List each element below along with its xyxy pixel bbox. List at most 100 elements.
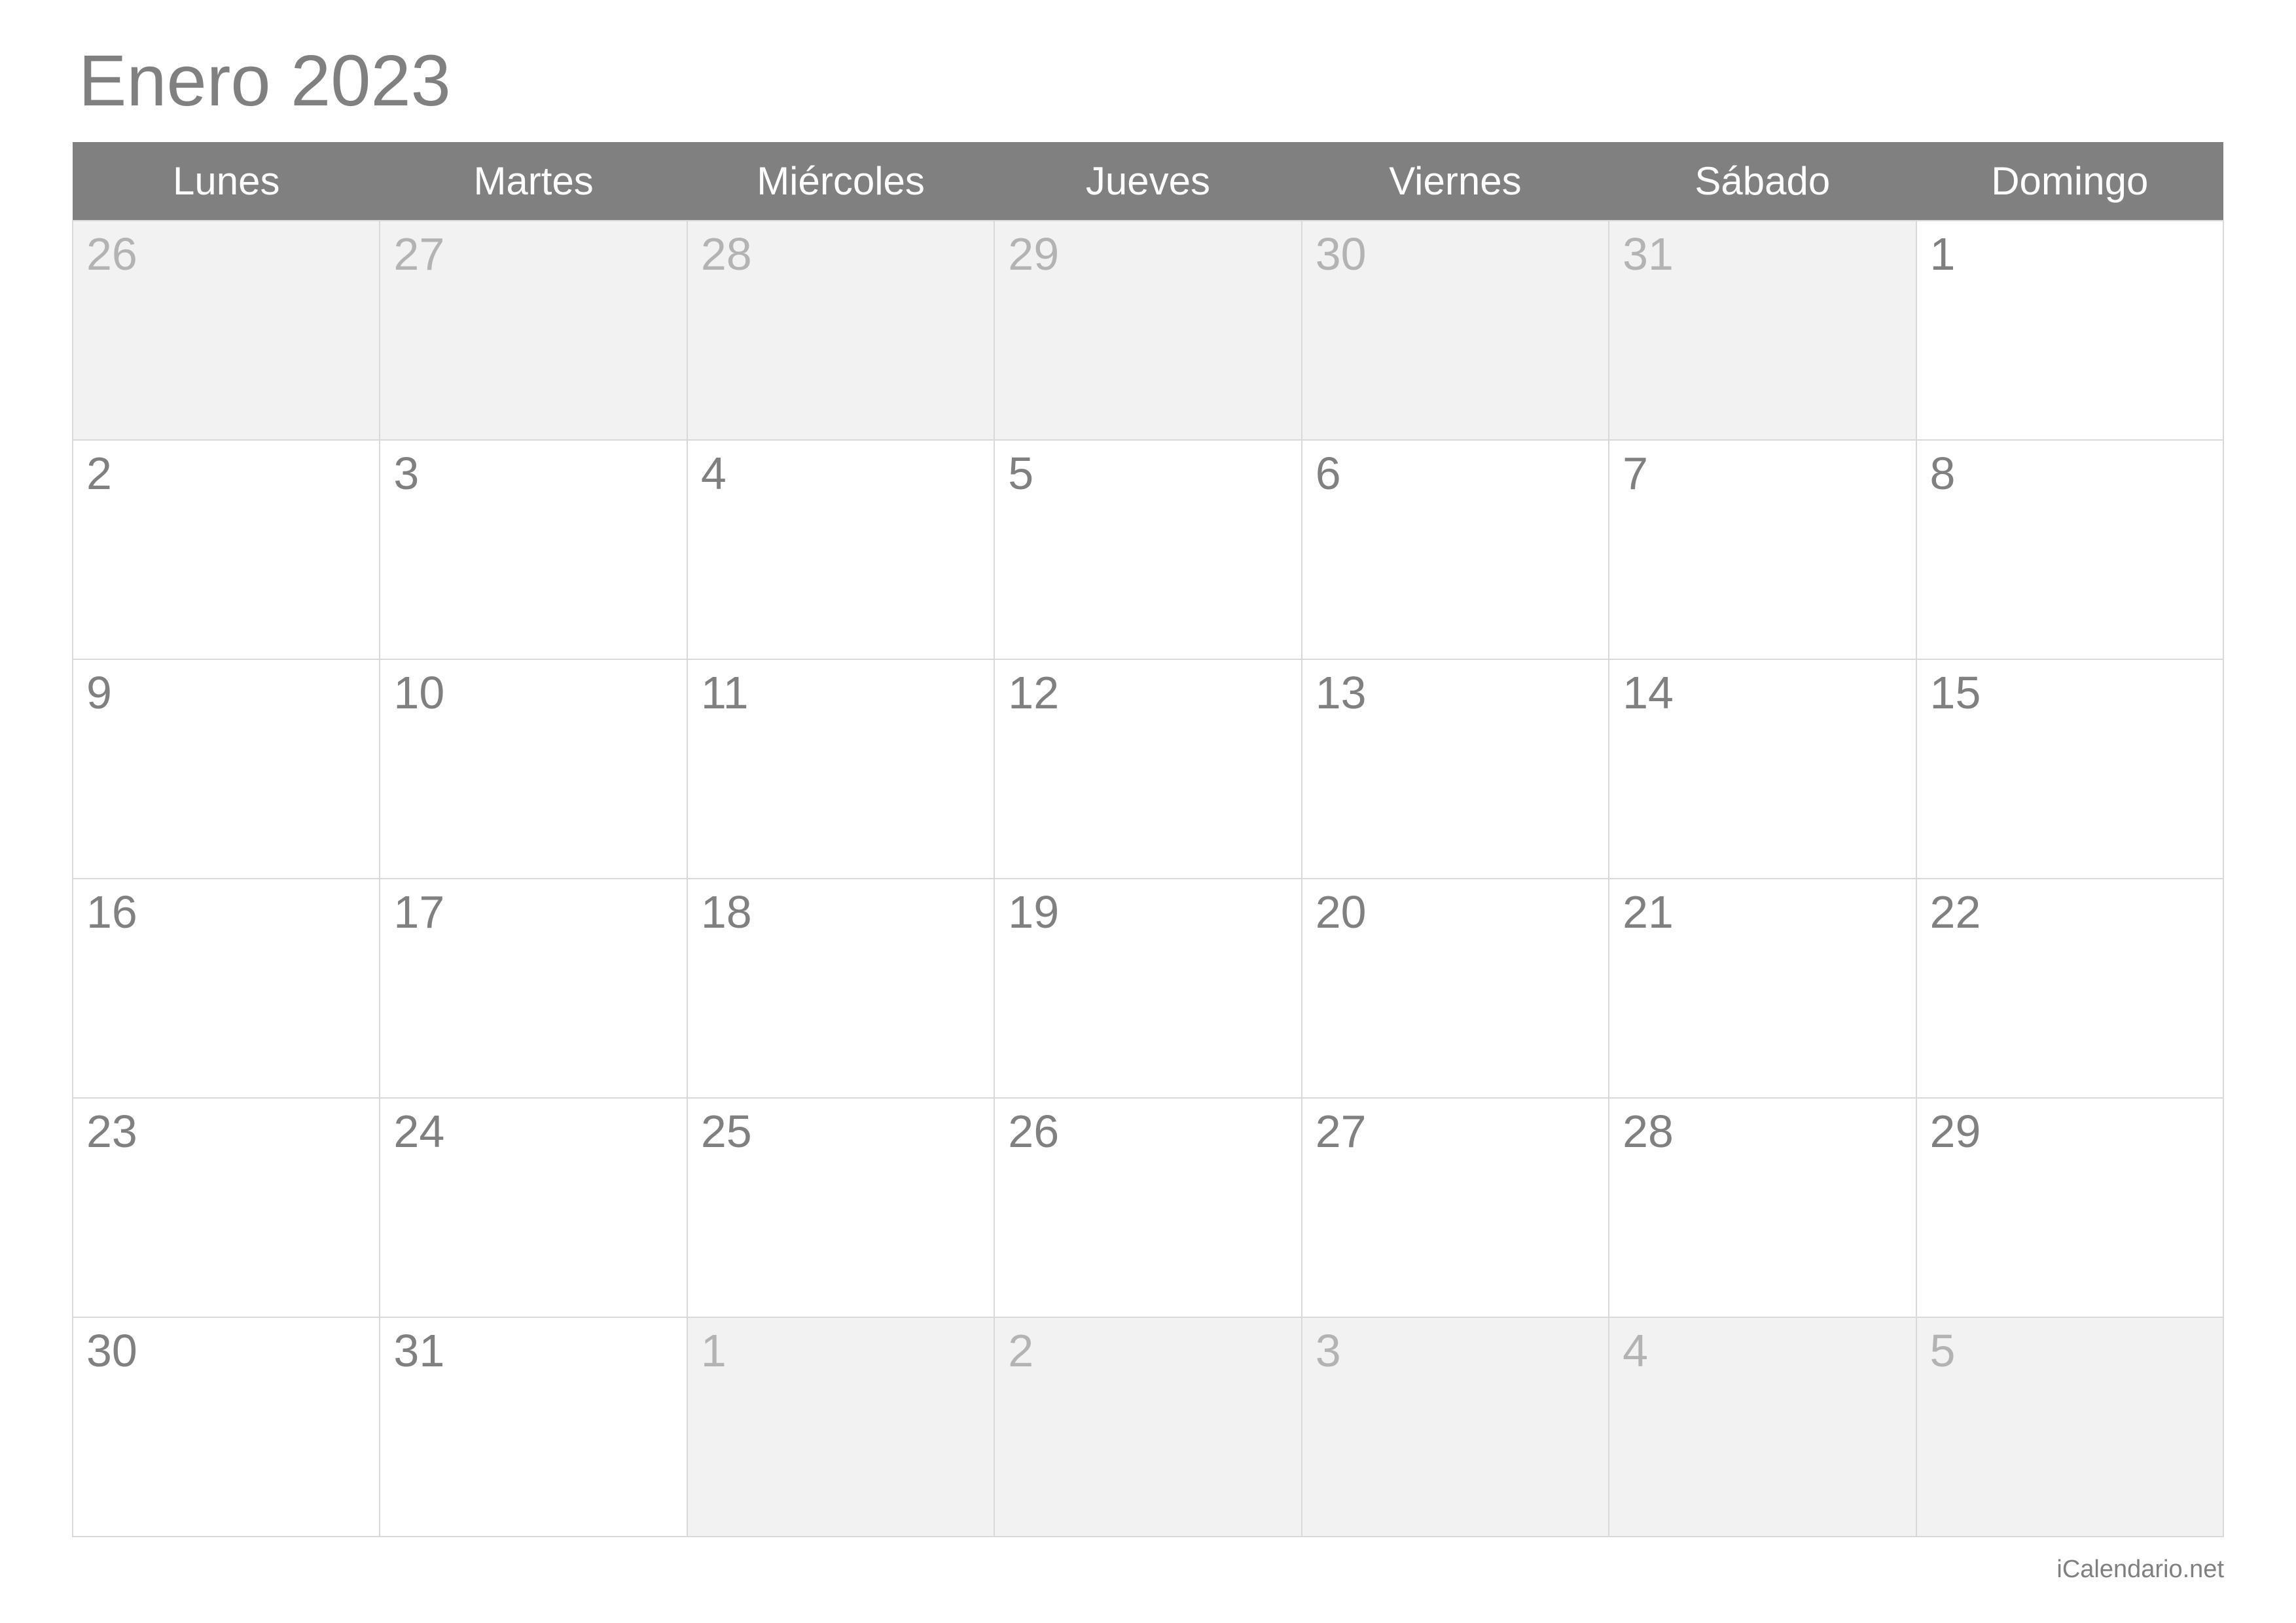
calendar-day-cell: 4 [687,440,994,659]
weekday-header: Lunes [73,142,380,221]
weekday-header: Domingo [1916,142,2223,221]
weekday-header: Miércoles [687,142,994,221]
calendar-day-cell: 2 [994,1317,1301,1537]
day-number: 29 [1930,1106,1981,1157]
calendar-day-cell: 23 [73,1098,380,1317]
calendar-day-cell: 1 [1916,221,2223,440]
calendar-day-cell: 11 [687,659,994,879]
calendar-day-cell: 4 [1609,1317,1916,1537]
day-number: 29 [1008,228,1059,280]
calendar-day-cell: 29 [994,221,1301,440]
calendar-day-cell: 15 [1916,659,2223,879]
calendar-day-cell: 6 [1302,440,1609,659]
calendar-week: 26 27 28 29 30 31 1 [73,221,2223,440]
calendar-day-cell: 5 [1916,1317,2223,1537]
calendar-day-cell: 22 [1916,879,2223,1098]
day-number: 28 [1623,1106,1674,1157]
calendar-day-cell: 9 [73,659,380,879]
calendar-header: Lunes Martes Miércoles Jueves Viernes Sá… [73,142,2223,221]
calendar-week: 30 31 1 2 3 4 5 [73,1317,2223,1537]
calendar-day-cell: 5 [994,440,1301,659]
day-number: 5 [1008,448,1033,499]
calendar-day-cell: 28 [1609,1098,1916,1317]
calendar-day-cell: 17 [380,879,687,1098]
day-number: 20 [1316,886,1367,938]
day-number: 18 [701,886,752,938]
calendar-day-cell: 31 [380,1317,687,1537]
calendar-body: 2627282930311234567891011121314151617181… [73,221,2223,1537]
calendar-day-cell: 30 [1302,221,1609,440]
calendar-week: 9 10 11 12 13 14 15 [73,659,2223,879]
calendar-day-cell: 24 [380,1098,687,1317]
weekday-header: Sábado [1609,142,1916,221]
day-number: 14 [1623,667,1674,718]
calendar-day-cell: 27 [1302,1098,1609,1317]
day-number: 4 [701,448,726,499]
calendar-day-cell: 13 [1302,659,1609,879]
day-number: 16 [86,886,137,938]
calendar-week: 2 3 4 5 6 7 8 [73,440,2223,659]
day-number: 8 [1930,448,1956,499]
calendar-day-cell: 16 [73,879,380,1098]
day-number: 2 [1008,1325,1033,1376]
weekday-header: Jueves [994,142,1301,221]
day-number: 1 [701,1325,726,1376]
calendar-day-cell: 12 [994,659,1301,879]
calendar-day-cell: 8 [1916,440,2223,659]
calendar-day-cell: 27 [380,221,687,440]
day-number: 30 [1316,228,1367,280]
day-number: 28 [701,228,752,280]
calendar-table: Lunes Martes Miércoles Jueves Viernes Sá… [72,142,2224,1537]
calendar-day-cell: 19 [994,879,1301,1098]
calendar-day-cell: 2 [73,440,380,659]
calendar-day-cell: 1 [687,1317,994,1537]
calendar-day-cell: 26 [994,1098,1301,1317]
day-number: 27 [393,228,444,280]
day-number: 25 [701,1106,752,1157]
day-number: 6 [1316,448,1341,499]
day-number: 26 [86,228,137,280]
day-number: 4 [1623,1325,1648,1376]
day-number: 30 [86,1325,137,1376]
page-title: Enero 2023 [72,39,2224,122]
day-number: 21 [1623,886,1674,938]
day-number: 31 [393,1325,444,1376]
calendar-day-cell: 20 [1302,879,1609,1098]
weekday-header: Viernes [1302,142,1609,221]
calendar-day-cell: 28 [687,221,994,440]
day-number: 19 [1008,886,1059,938]
calendar-day-cell: 10 [380,659,687,879]
day-number: 5 [1930,1325,1956,1376]
calendar-day-cell: 26 [73,221,380,440]
calendar-day-cell: 31 [1609,221,1916,440]
day-number: 24 [393,1106,444,1157]
day-number: 9 [86,667,112,718]
day-number: 3 [393,448,419,499]
day-number: 15 [1930,667,1981,718]
day-number: 1 [1930,228,1956,280]
day-number: 12 [1008,667,1059,718]
calendar-container: Enero 2023 Lunes Martes Miércoles Jueves… [0,0,2296,1563]
calendar-day-cell: 21 [1609,879,1916,1098]
day-number: 7 [1623,448,1648,499]
day-number: 3 [1316,1325,1341,1376]
calendar-day-cell: 3 [380,440,687,659]
day-number: 22 [1930,886,1981,938]
calendar-week: 16 17 18 19 20 21 22 [73,879,2223,1098]
day-number: 31 [1623,228,1674,280]
day-number: 11 [701,667,749,718]
calendar-day-cell: 3 [1302,1317,1609,1537]
calendar-day-cell: 30 [73,1317,380,1537]
calendar-day-cell: 25 [687,1098,994,1317]
day-number: 17 [393,886,444,938]
day-number: 23 [86,1106,137,1157]
day-number: 2 [86,448,112,499]
day-number: 26 [1008,1106,1059,1157]
day-number: 10 [393,667,444,718]
footer-credit: iCalendario.net [2056,1556,2224,1584]
calendar-day-cell: 18 [687,879,994,1098]
calendar-day-cell: 29 [1916,1098,2223,1317]
calendar-week: 23 24 25 26 27 28 29 [73,1098,2223,1317]
calendar-day-cell: 7 [1609,440,1916,659]
calendar-day-cell: 14 [1609,659,1916,879]
